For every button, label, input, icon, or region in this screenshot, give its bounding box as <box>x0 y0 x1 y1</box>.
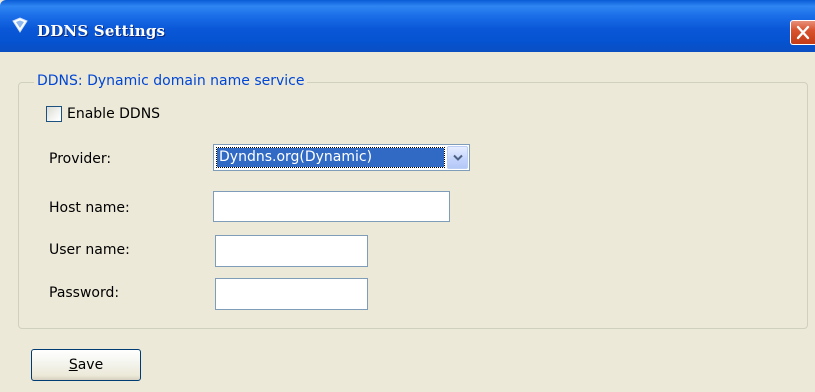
host-name-label: Host name: <box>49 200 130 216</box>
provider-label: Provider: <box>49 151 112 167</box>
user-name-label: User name: <box>49 242 130 258</box>
enable-ddns-label[interactable]: Enable DDNS <box>67 104 160 124</box>
host-name-input[interactable] <box>213 191 450 222</box>
close-button[interactable] <box>790 20 815 45</box>
password-label: Password: <box>49 285 120 301</box>
provider-select[interactable]: Dyndns.org(Dynamic) <box>213 144 470 171</box>
save-mnemonic: S <box>68 357 78 373</box>
shield-icon <box>10 16 30 36</box>
window-title: DDNS Settings <box>37 22 166 40</box>
save-label-rest: ave <box>77 357 104 373</box>
close-icon <box>796 25 810 40</box>
user-name-input[interactable] <box>215 235 368 267</box>
ddns-settings-window: DDNS Settings DDNS: Dynamic domain name … <box>0 0 815 392</box>
chevron-down-icon <box>453 154 463 161</box>
save-button[interactable]: Save <box>31 349 141 381</box>
password-input[interactable] <box>215 278 368 310</box>
enable-ddns-checkbox[interactable] <box>46 106 62 122</box>
provider-dropdown-button[interactable] <box>447 146 468 169</box>
title-bar[interactable]: DDNS Settings <box>0 0 815 52</box>
provider-selected-value: Dyndns.org(Dynamic) <box>216 147 445 168</box>
groupbox-legend: DDNS: Dynamic domain name service <box>34 71 308 91</box>
